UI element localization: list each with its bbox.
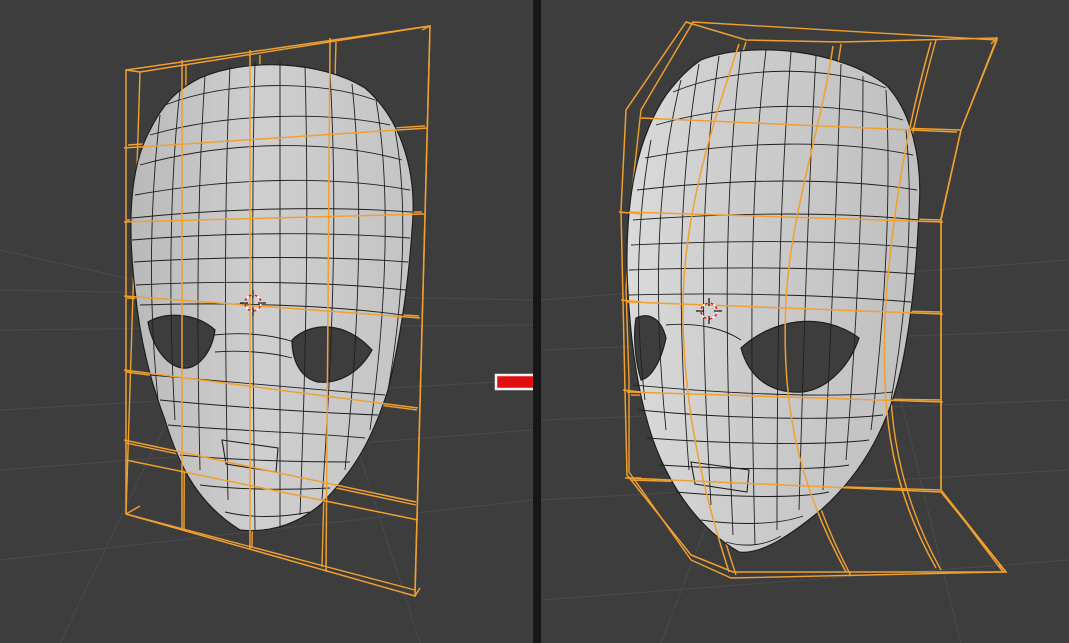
viewport-after-canvas[interactable] bbox=[541, 0, 1069, 643]
lattice-deform-comparison bbox=[0, 0, 1069, 643]
viewport-divider[interactable] bbox=[533, 0, 541, 643]
viewport-before-canvas[interactable] bbox=[0, 0, 533, 643]
viewport-before[interactable] bbox=[0, 0, 533, 643]
face-mesh bbox=[626, 49, 921, 553]
transition-arrow-icon bbox=[494, 373, 533, 391]
viewport-after[interactable] bbox=[541, 0, 1069, 643]
